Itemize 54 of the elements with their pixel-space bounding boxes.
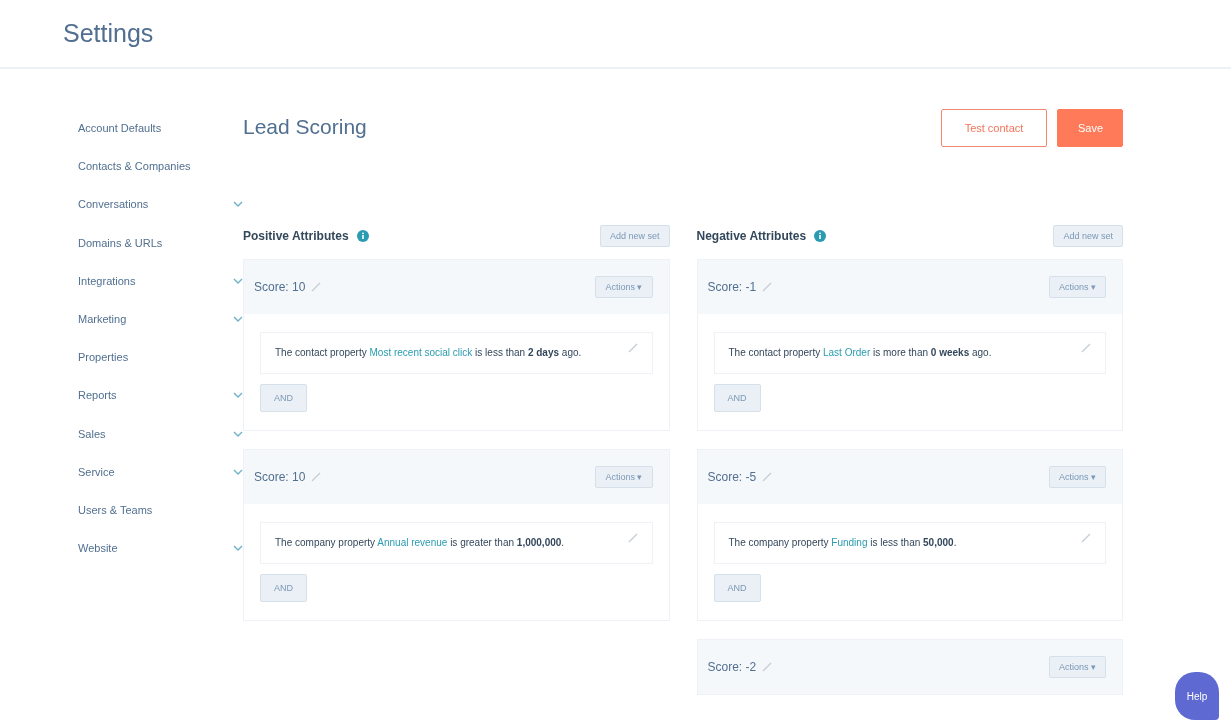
pencil-icon[interactable] bbox=[311, 472, 322, 482]
rule-text: The contact property Most recent social click is less than 2 days ago. bbox=[275, 346, 582, 360]
actions-dropdown[interactable]: Actions ▾ bbox=[595, 466, 653, 488]
help-button[interactable]: Help bbox=[1175, 672, 1219, 720]
add-new-set-button[interactable]: Add new set bbox=[599, 225, 670, 247]
sidebar-item[interactable]: Reports bbox=[78, 376, 243, 415]
save-button[interactable]: Save bbox=[1057, 109, 1123, 147]
actions-dropdown[interactable]: Actions ▾ bbox=[1049, 276, 1106, 298]
pencil-icon[interactable] bbox=[762, 472, 773, 482]
rule-text: The contact property Last Order is more than 0 weeks ago. bbox=[728, 346, 992, 360]
sidebar-item[interactable]: Marketing bbox=[78, 299, 243, 339]
pencil-icon[interactable] bbox=[762, 282, 773, 292]
section-title: Lead Scoring bbox=[243, 115, 367, 139]
attributes-title: Positive Attributes bbox=[243, 229, 349, 243]
score-label: Score: 10 bbox=[254, 470, 306, 484]
and-button[interactable]: AND bbox=[260, 384, 307, 412]
sidebar-item[interactable]: Users & Teams bbox=[78, 490, 243, 530]
score-label: Score: -5 bbox=[707, 470, 757, 484]
add-new-set-button[interactable]: Add new set bbox=[1053, 225, 1123, 247]
property-link[interactable]: Most recent social click bbox=[369, 347, 473, 358]
pencil-icon[interactable] bbox=[311, 282, 322, 292]
score-label: Score: -2 bbox=[707, 660, 757, 674]
rule-text: The company property Annual revenue is greater than 1,000,000. bbox=[275, 536, 565, 550]
sidebar-item[interactable]: Integrations bbox=[78, 261, 243, 300]
page-title: Settings bbox=[63, 19, 154, 48]
and-button[interactable]: AND bbox=[713, 384, 761, 412]
pencil-icon[interactable] bbox=[762, 662, 773, 672]
actions-dropdown[interactable]: Actions ▾ bbox=[595, 276, 653, 298]
rule-text: The company property Funding is less than 50,000. bbox=[728, 536, 957, 550]
property-link[interactable]: Annual revenue bbox=[377, 537, 448, 548]
info-icon[interactable] bbox=[356, 230, 369, 242]
pencil-icon[interactable] bbox=[627, 343, 638, 353]
sidebar-item[interactable]: Account Defaults bbox=[78, 109, 243, 148]
attributes-title: Negative Attributes bbox=[696, 229, 807, 243]
and-button[interactable]: AND bbox=[260, 574, 307, 602]
actions-dropdown[interactable]: Actions ▾ bbox=[1049, 466, 1106, 488]
property-link[interactable]: Funding bbox=[831, 537, 868, 548]
sidebar-item[interactable]: Contacts & Companies bbox=[78, 147, 243, 186]
pencil-icon[interactable] bbox=[1081, 343, 1091, 353]
pencil-icon[interactable] bbox=[627, 533, 638, 543]
sidebar-item[interactable]: Properties bbox=[78, 338, 243, 377]
property-link[interactable]: Last Order bbox=[823, 347, 871, 358]
score-label: Score: 10 bbox=[254, 280, 306, 294]
sidebar-item[interactable]: Website bbox=[78, 529, 243, 568]
score-label: Score: -1 bbox=[707, 280, 757, 294]
sidebar-item[interactable]: Conversations bbox=[78, 185, 243, 224]
sidebar-item[interactable]: Sales bbox=[78, 414, 243, 453]
test-contact-button[interactable]: Test contact bbox=[941, 109, 1047, 147]
sidebar-item[interactable]: Service bbox=[78, 452, 243, 491]
pencil-icon[interactable] bbox=[1081, 533, 1091, 543]
and-button[interactable]: AND bbox=[713, 574, 761, 602]
actions-dropdown[interactable]: Actions ▾ bbox=[1049, 656, 1106, 678]
sidebar-item[interactable]: Domains & URLs bbox=[78, 223, 243, 262]
info-icon[interactable] bbox=[814, 230, 827, 242]
